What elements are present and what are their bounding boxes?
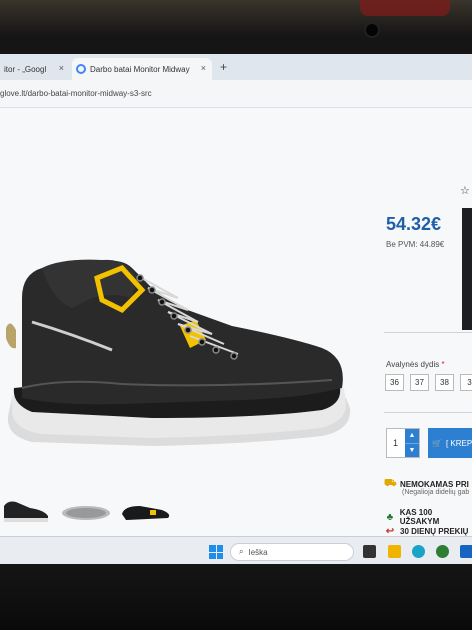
quantity-value: 1 xyxy=(393,438,399,448)
size-label-text: Avalynės dydis xyxy=(386,360,440,369)
perk-gift: ♣ KAS 100 UŽSAKYM xyxy=(384,508,472,526)
tab-google[interactable]: itor - „Googl × xyxy=(0,58,70,80)
chrome-icon[interactable] xyxy=(436,545,449,558)
laptop-screen: itor - „Googl × Darbo batai Monitor Midw… xyxy=(0,54,472,564)
add-to-cart-label: [ KREPŠ xyxy=(445,438,472,448)
new-tab-button[interactable]: + xyxy=(220,60,227,74)
webcam xyxy=(366,24,378,36)
price-without-vat: Be PVM: 44.89€ xyxy=(386,240,445,249)
size-options: 36 37 38 3 xyxy=(385,374,472,391)
address-bar[interactable]: glove.lt/darbo-batai-monitor-midway-s3-s… xyxy=(0,80,472,108)
url-text: glove.lt/darbo-batai-monitor-midway-s3-s… xyxy=(0,89,152,98)
perk-text: 30 DIENŲ PREKIŲ xyxy=(400,527,469,536)
truck-icon: ⛟ xyxy=(384,478,397,489)
edge-browser-icon[interactable] xyxy=(412,545,425,558)
product-price: 54.32€ xyxy=(386,214,442,234)
windows-taskbar: ⌕ Ieška xyxy=(0,536,472,564)
perk-text: NEMOKAMAS PRI xyxy=(400,480,469,489)
tab-product[interactable]: Darbo batai Monitor Midway × xyxy=(72,58,212,80)
size-option[interactable]: 38 xyxy=(435,374,454,391)
tab-label: itor - „Googl xyxy=(4,64,47,74)
divider xyxy=(384,332,472,333)
quantity-stepper[interactable]: 1 ▲ ▼ xyxy=(386,428,420,458)
required-mark: * xyxy=(441,360,445,369)
close-tab-icon[interactable]: × xyxy=(59,63,64,73)
increment-icon[interactable]: ▲ xyxy=(405,429,419,443)
perk-text: KAS 100 UŽSAKYM xyxy=(399,508,440,526)
product-image[interactable] xyxy=(2,238,362,453)
google-icon xyxy=(76,64,86,74)
task-view-icon[interactable] xyxy=(363,545,376,558)
size-label: Avalynės dydis * xyxy=(386,360,445,369)
quantity-buttons: ▲ ▼ xyxy=(405,429,419,457)
tab-label: Darbo batai Monitor Midway xyxy=(90,64,190,74)
browser-tab-bar: itor - „Googl × Darbo batai Monitor Midw… xyxy=(0,54,472,80)
size-option[interactable]: 3 xyxy=(460,374,472,391)
add-to-cart-button[interactable]: 🛒 [ KREPŠ xyxy=(428,428,472,458)
search-icon: ⌕ xyxy=(239,547,244,556)
app-icon[interactable] xyxy=(460,545,472,558)
laptop-bezel-bottom xyxy=(0,564,472,630)
windows-start-icon[interactable] xyxy=(209,545,223,559)
product-page: ☆ 54.32€ Be PVM: 44.89€ Avalynės dydis *… xyxy=(0,108,472,538)
laptop-bezel-top xyxy=(0,0,472,52)
perk-note: (Negalioja didelių gab xyxy=(402,489,470,496)
close-tab-icon[interactable]: × xyxy=(201,63,206,73)
thumbnail-top[interactable] xyxy=(122,506,170,520)
tree-icon: ♣ xyxy=(386,511,394,523)
side-panel-edge xyxy=(462,208,472,330)
size-option[interactable]: 37 xyxy=(410,374,429,391)
decrement-icon[interactable]: ▼ xyxy=(405,442,419,458)
taskbar-search-input[interactable]: ⌕ Ieška xyxy=(230,543,354,561)
divider xyxy=(384,412,472,413)
wishlist-star-icon[interactable]: ☆ xyxy=(460,184,470,197)
cart-icon: 🛒 xyxy=(432,438,442,448)
thumbnail-strip xyxy=(4,501,170,523)
thumbnail-sole[interactable] xyxy=(62,506,110,520)
thumbnail-side[interactable] xyxy=(4,501,48,523)
background-object xyxy=(360,0,450,16)
search-placeholder: Ieška xyxy=(248,547,268,557)
size-option[interactable]: 36 xyxy=(385,374,404,391)
file-explorer-icon[interactable] xyxy=(388,545,401,558)
